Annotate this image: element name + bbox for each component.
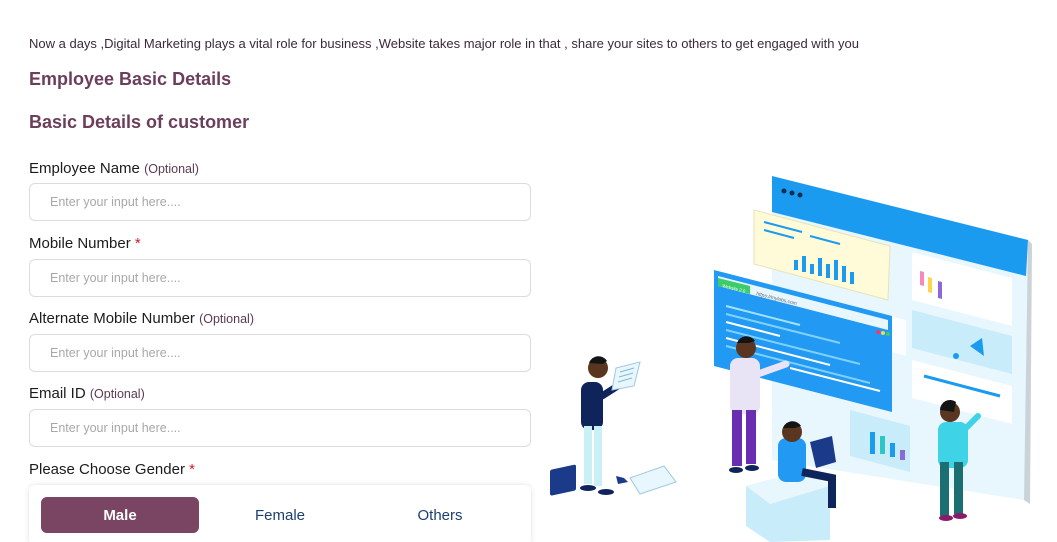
person-with-document bbox=[550, 356, 677, 496]
gender-label: Please Choose Gender * bbox=[29, 461, 195, 478]
gender-label-text: Please Choose Gender bbox=[29, 461, 185, 478]
required-asterisk: * bbox=[134, 235, 141, 252]
gender-option-male[interactable]: Male bbox=[41, 497, 199, 533]
optional-tag: (Optional) bbox=[89, 387, 145, 401]
customer-section-title: Basic Details of customer bbox=[29, 112, 250, 132]
alternate-mobile-label-text: Alternate Mobile Number bbox=[29, 310, 195, 327]
optional-tag: (Optional) bbox=[144, 162, 199, 176]
email-id-label-text: Email ID bbox=[29, 385, 86, 402]
employee-section-title: Employee Basic Details bbox=[29, 69, 232, 89]
optional-tag: (Optional) bbox=[199, 312, 254, 326]
mobile-number-input[interactable] bbox=[29, 259, 531, 297]
person-with-laptop bbox=[746, 421, 836, 542]
intro-text: Now a days ,Digital Marketing plays a vi… bbox=[29, 36, 860, 51]
gender-selector: Male Female Others bbox=[29, 485, 531, 542]
alternate-mobile-label: Alternate Mobile Number (Optional) bbox=[29, 310, 254, 327]
mobile-number-label: Mobile Number * bbox=[29, 235, 141, 252]
required-asterisk: * bbox=[189, 461, 195, 478]
digital-marketing-illustration: Website 2.0 https://mylobs.com bbox=[550, 176, 1032, 542]
email-id-label: Email ID (Optional) bbox=[29, 385, 145, 402]
employee-name-label-text: Employee Name bbox=[29, 160, 140, 177]
alternate-mobile-input[interactable] bbox=[29, 334, 531, 372]
email-id-input[interactable] bbox=[29, 409, 531, 447]
employee-name-label: Employee Name (Optional) bbox=[29, 160, 199, 177]
gender-option-others[interactable]: Others bbox=[361, 497, 519, 533]
mobile-number-label-text: Mobile Number bbox=[29, 235, 131, 252]
employee-name-input[interactable] bbox=[29, 183, 531, 221]
gender-option-female[interactable]: Female bbox=[201, 497, 359, 533]
